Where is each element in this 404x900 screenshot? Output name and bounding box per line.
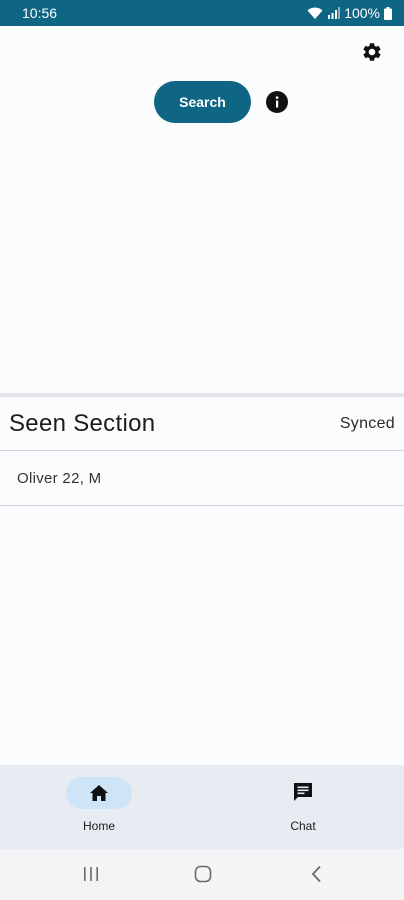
status-time: 10:56 (22, 5, 58, 21)
nav-item-chat[interactable]: Chat (202, 765, 404, 849)
battery-icon (384, 6, 392, 20)
bottom-navigation: Home Chat (0, 765, 404, 849)
system-navigation-bar (0, 849, 404, 900)
chat-icon (294, 783, 312, 801)
signal-icon (328, 7, 341, 19)
search-button[interactable]: Search (154, 81, 251, 123)
info-button[interactable] (266, 91, 288, 113)
back-button[interactable] (308, 865, 326, 883)
home-icon (90, 785, 108, 801)
status-bar: 10:56 100% (0, 0, 404, 26)
section-title: Seen Section (9, 409, 156, 437)
recent-apps-button[interactable] (82, 865, 100, 883)
wifi-icon (307, 7, 323, 19)
sync-status: Synced (339, 414, 395, 432)
gear-icon (363, 43, 381, 61)
nav-active-indicator (66, 777, 132, 809)
settings-button[interactable] (360, 40, 384, 64)
nav-label-home: Home (82, 819, 115, 833)
info-icon (275, 96, 279, 108)
home-system-button[interactable] (194, 865, 212, 883)
recent-apps-icon (84, 867, 98, 881)
battery-percent: 100% (344, 5, 380, 21)
status-icons: 100% (307, 5, 392, 21)
nav-item-home[interactable]: Home (0, 765, 202, 849)
list-item-text: Oliver 22, M (17, 470, 102, 487)
back-icon (311, 865, 321, 883)
seen-section-header: Seen Section Synced (0, 397, 404, 451)
circle-home-icon (194, 865, 212, 883)
nav-label-chat: Chat (290, 819, 316, 833)
list-item[interactable]: Oliver 22, M (0, 452, 404, 506)
